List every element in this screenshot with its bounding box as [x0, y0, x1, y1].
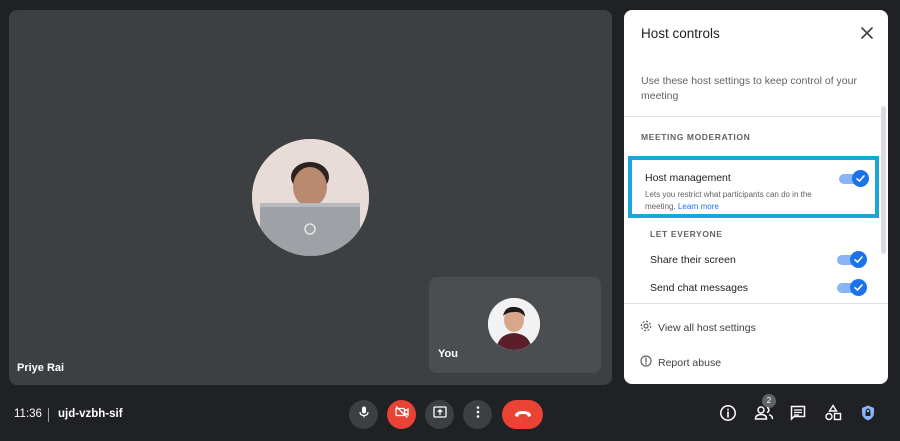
- section-let-everyone: LET EVERYONE: [650, 229, 723, 239]
- microphone-button[interactable]: [349, 400, 378, 429]
- end-call-button[interactable]: [502, 400, 543, 429]
- divider: [624, 303, 888, 304]
- microphone-icon: [357, 405, 371, 424]
- host-controls-button[interactable]: [856, 403, 880, 427]
- present-button[interactable]: [425, 400, 454, 429]
- people-button[interactable]: [752, 403, 776, 427]
- divider: [624, 116, 881, 117]
- share-screen-label: Share their screen: [650, 254, 736, 266]
- chat-icon: [789, 404, 807, 427]
- close-icon[interactable]: [858, 24, 876, 42]
- share-screen-toggle[interactable]: [837, 251, 867, 268]
- camera-button[interactable]: [387, 400, 416, 429]
- self-video-tile[interactable]: You: [429, 277, 601, 373]
- panel-description: Use these host settings to keep control …: [641, 75, 857, 102]
- host-management-desc-text: Lets you restrict what participants can …: [645, 190, 812, 211]
- self-name: You: [438, 348, 458, 360]
- activities-button[interactable]: [821, 403, 845, 427]
- check-icon: [850, 279, 867, 296]
- panel-title: Host controls: [641, 26, 720, 41]
- send-chat-toggle[interactable]: [837, 279, 867, 296]
- host-management-highlight: Host management Lets you restrict what p…: [628, 156, 879, 218]
- report-abuse-link[interactable]: Report abuse: [640, 355, 721, 370]
- camera-off-icon: [394, 405, 410, 424]
- host-controls-panel: Host controls Use these host settings to…: [624, 10, 888, 384]
- people-icon: [754, 405, 774, 426]
- call-end-icon: [513, 406, 533, 424]
- check-icon: [852, 170, 869, 187]
- host-management-description: Lets you restrict what participants can …: [645, 189, 835, 213]
- report-icon: [640, 355, 652, 370]
- host-management-title: Host management: [645, 172, 731, 184]
- main-participant-name: Priye Rai: [17, 362, 65, 374]
- more-options-button[interactable]: [463, 400, 492, 429]
- panel-scrollbar[interactable]: [881, 106, 886, 254]
- view-all-label: View all host settings: [658, 321, 756, 334]
- learn-more-link[interactable]: Learn more: [678, 202, 719, 211]
- meeting-details-button[interactable]: [716, 403, 740, 427]
- main-video-stage: Priye Rai You: [9, 10, 612, 385]
- view-all-host-settings-link[interactable]: View all host settings: [640, 320, 756, 335]
- more-vert-icon: [475, 405, 481, 424]
- info-icon: [719, 404, 737, 427]
- send-chat-label: Send chat messages: [650, 282, 749, 294]
- check-icon: [850, 251, 867, 268]
- chat-button[interactable]: [786, 403, 810, 427]
- divider: [48, 408, 49, 422]
- meeting-time: 11:36: [14, 408, 42, 420]
- shield-lock-icon: [859, 404, 877, 427]
- present-screen-icon: [432, 405, 448, 424]
- report-abuse-label: Report abuse: [658, 356, 722, 369]
- activities-icon: [824, 403, 842, 427]
- main-participant-avatar: [252, 139, 369, 256]
- meeting-code: ujd-vzbh-sif: [58, 408, 123, 420]
- self-avatar: [488, 298, 540, 350]
- section-meeting-moderation: MEETING MODERATION: [641, 132, 751, 142]
- gear-icon: [640, 320, 652, 335]
- host-management-toggle[interactable]: [839, 170, 869, 187]
